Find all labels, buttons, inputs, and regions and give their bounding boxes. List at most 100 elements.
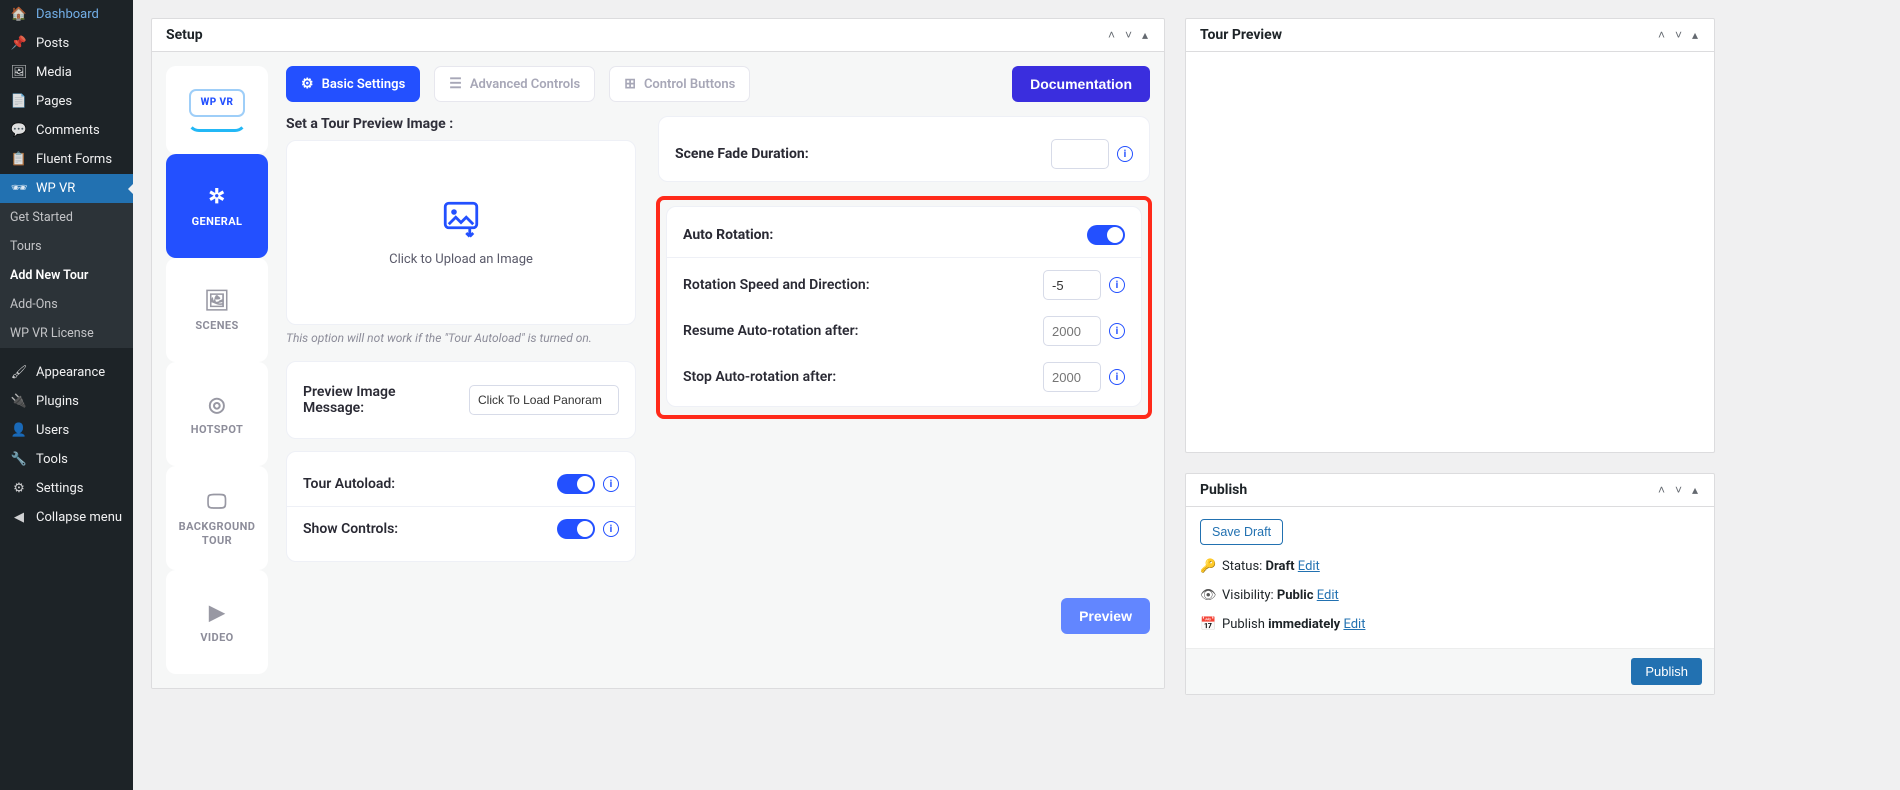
preview-button[interactable]: Preview: [1061, 598, 1150, 634]
schedule-value: immediately: [1268, 617, 1340, 632]
sidebar-item-appearance[interactable]: 🖌Appearance: [0, 358, 133, 387]
info-icon[interactable]: i: [603, 521, 619, 537]
vtab-label: VIDEO: [200, 631, 233, 644]
vtab-label: SCENES: [195, 319, 238, 332]
panel-down-icon[interactable]: ˅: [1673, 483, 1684, 497]
upload-image-box[interactable]: Click to Upload an Image: [286, 140, 636, 325]
gear-icon: ✲: [208, 184, 225, 208]
status-label: Status:: [1222, 559, 1266, 574]
stop-after-input[interactable]: [1043, 362, 1101, 392]
panel-up-icon[interactable]: ˄: [1106, 28, 1117, 42]
autoload-label: Tour Autoload:: [303, 476, 395, 492]
form-icon: 📋: [10, 152, 28, 167]
admin-sidebar: 🏠Dashboard 📌Posts 🖼Media 📄Pages 💬Comment…: [0, 0, 133, 790]
show-controls-label: Show Controls:: [303, 521, 398, 537]
rotation-speed-input[interactable]: [1043, 270, 1101, 300]
info-icon[interactable]: i: [1109, 323, 1125, 339]
tab-basic-settings[interactable]: ⚙Basic Settings: [286, 66, 420, 102]
resume-after-input[interactable]: [1043, 316, 1101, 346]
page-icon: 📄: [10, 94, 28, 109]
status-edit-link[interactable]: Edit: [1298, 559, 1320, 574]
sidebar-item-tools[interactable]: 🔧 Tools: [0, 445, 133, 474]
preview-msg-input[interactable]: [469, 385, 619, 415]
sidebar-item-fluentforms[interactable]: 📋 Fluent Forms: [0, 145, 133, 174]
dashboard-icon: 🏠: [10, 7, 28, 22]
play-icon: ▶: [209, 600, 225, 624]
vtab-video[interactable]: ▶ VIDEO: [166, 570, 268, 674]
sidebar-item-label: WP VR: [36, 181, 75, 196]
panel-up-icon[interactable]: ˄: [1656, 483, 1667, 497]
preview-image-heading: Set a Tour Preview Image :: [286, 116, 636, 132]
sidebar-item-dashboard[interactable]: 🏠Dashboard: [0, 0, 133, 29]
sidebar-item-plugins[interactable]: 🔌Plugins: [0, 387, 133, 416]
sidebar-item-media[interactable]: 🖼Media: [0, 58, 133, 87]
sidebar-item-label: Posts: [36, 36, 69, 51]
sidebar-item-settings[interactable]: ⚙Settings: [0, 474, 133, 503]
info-icon[interactable]: i: [1109, 277, 1125, 293]
sidebar-item-users[interactable]: 👤 Users: [0, 416, 133, 445]
publish-title: Publish: [1200, 482, 1247, 498]
sub-item-getstarted[interactable]: Get Started: [0, 203, 133, 232]
visibility-line: 👁 Visibility: Public Edit: [1200, 588, 1700, 603]
sub-item-addnewtour[interactable]: Add New Tour: [0, 261, 133, 290]
schedule-edit-link[interactable]: Edit: [1343, 617, 1365, 632]
sidebar-item-wpvr[interactable]: 🕶WP VR: [0, 174, 133, 203]
upload-image-icon: [440, 198, 482, 240]
sidebar-submenu-wpvr: Get Started Tours Add New Tour Add-Ons W…: [0, 203, 133, 348]
tab-control-buttons[interactable]: ⊞Control Buttons: [609, 66, 750, 102]
sidebar-item-label: Appearance: [36, 365, 105, 380]
tab-advanced-controls[interactable]: ☰Advanced Controls: [434, 66, 595, 102]
sidebar-item-label: Tools: [36, 452, 68, 467]
vtab-scenes[interactable]: 🖼SCENES: [166, 258, 268, 362]
vtab-hotspot[interactable]: ◎HOTSPOT: [166, 362, 268, 466]
tab-bar: ⚙Basic Settings ☰Advanced Controls ⊞Cont…: [286, 66, 1150, 102]
vtab-label: BACKGROUND TOUR: [166, 520, 268, 546]
sidebar-item-label: Settings: [36, 481, 83, 496]
panel-toggle-icon[interactable]: ▴: [1140, 28, 1150, 42]
sidebar-item-label: Collapse menu: [36, 510, 122, 525]
sidebar-item-label: Plugins: [36, 394, 79, 409]
save-draft-button[interactable]: Save Draft: [1200, 519, 1283, 545]
visibility-label: Visibility:: [1222, 588, 1277, 603]
upload-text: Click to Upload an Image: [389, 252, 533, 267]
tour-preview-title: Tour Preview: [1200, 27, 1282, 43]
grid-icon: ⊞: [624, 76, 636, 92]
calendar-icon: 📅: [1200, 617, 1214, 632]
wrench-icon: 🔧: [10, 452, 28, 467]
sidebar-item-label: Users: [36, 423, 69, 438]
sidebar-item-comments[interactable]: 💬Comments: [0, 116, 133, 145]
sub-item-license[interactable]: WP VR License: [0, 319, 133, 348]
documentation-button[interactable]: Documentation: [1012, 66, 1150, 102]
vtab-general[interactable]: ✲GENERAL: [166, 154, 268, 258]
sidebar-item-posts[interactable]: 📌Posts: [0, 29, 133, 58]
info-icon[interactable]: i: [603, 476, 619, 492]
panel-down-icon[interactable]: ˅: [1673, 28, 1684, 42]
fade-input[interactable]: [1051, 139, 1109, 169]
auto-rotation-highlight: Auto Rotation: Rotation Speed and Direct…: [656, 196, 1152, 419]
target-icon: ◎: [208, 392, 226, 416]
upload-hint: This option will not work if the "Tour A…: [286, 331, 636, 345]
resume-after-label: Resume Auto-rotation after:: [683, 323, 858, 339]
visibility-edit-link[interactable]: Edit: [1317, 588, 1339, 603]
info-icon[interactable]: i: [1109, 369, 1125, 385]
sidebar-item-label: Fluent Forms: [36, 152, 112, 167]
user-icon: 👤: [10, 423, 28, 438]
schedule-label: Publish: [1222, 617, 1268, 632]
sidebar-item-pages[interactable]: 📄Pages: [0, 87, 133, 116]
sub-item-tours[interactable]: Tours: [0, 232, 133, 261]
auto-rotation-toggle[interactable]: [1087, 225, 1125, 245]
panel-toggle-icon[interactable]: ▴: [1690, 28, 1700, 42]
rotation-speed-label: Rotation Speed and Direction:: [683, 277, 870, 293]
show-controls-toggle[interactable]: [557, 519, 595, 539]
panel-toggle-icon[interactable]: ▴: [1690, 483, 1700, 497]
status-value: Draft: [1266, 559, 1295, 574]
panel-down-icon[interactable]: ˅: [1123, 28, 1134, 42]
vtab-bgtour[interactable]: 🖵BACKGROUND TOUR: [166, 466, 268, 570]
panel-up-icon[interactable]: ˄: [1656, 28, 1667, 42]
sub-item-addons[interactable]: Add-Ons: [0, 290, 133, 319]
info-icon[interactable]: i: [1117, 146, 1133, 162]
publish-button[interactable]: Publish: [1631, 658, 1702, 685]
fade-label: Scene Fade Duration:: [675, 146, 809, 162]
sidebar-item-collapse[interactable]: ◀Collapse menu: [0, 503, 133, 532]
autoload-toggle[interactable]: [557, 474, 595, 494]
